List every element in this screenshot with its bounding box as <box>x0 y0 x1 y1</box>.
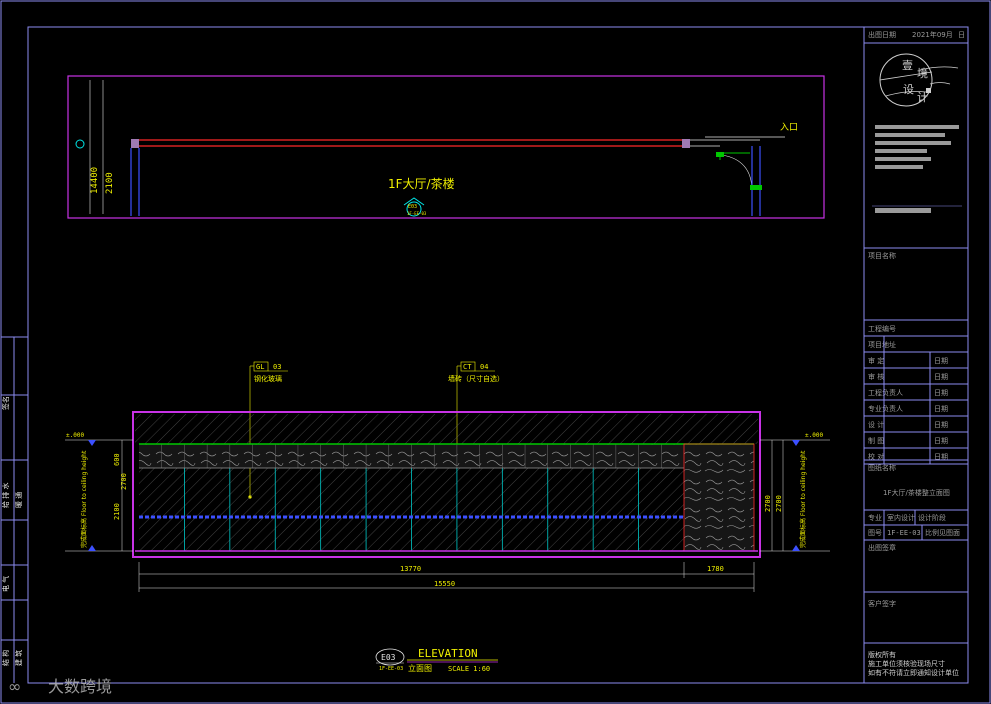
title-row-label: 审 定 <box>868 356 884 365</box>
figure-no-label: 图号 <box>868 529 882 537</box>
title-row-value: 日期 <box>934 437 948 445</box>
date-label: 出图日期 <box>868 30 896 39</box>
watermark-text: 大数跨境 <box>48 677 112 696</box>
studio-logo: 壹 境 设 计 <box>879 53 959 107</box>
title-row-label: 工程编号 <box>868 324 896 333</box>
note-line: 施工单位须核验现场尺寸 <box>868 659 945 668</box>
note-line: 版权所有 <box>868 650 896 659</box>
date-value: 2021年09月 <box>912 30 953 39</box>
title-en: ELEVATION <box>418 647 478 660</box>
title-row-value: 日期 <box>934 373 948 381</box>
dim-bottom: 1780 <box>707 565 724 573</box>
title-row-label: 审 核 <box>868 372 884 381</box>
column <box>131 139 139 148</box>
strip-label: 暖 通 <box>14 492 23 508</box>
svg-text:设: 设 <box>903 83 914 96</box>
title-row-label: 工程负责人 <box>868 388 903 397</box>
client-label: 客户签字 <box>868 599 896 608</box>
sheet-border <box>0 0 991 704</box>
title-row-value: 日期 <box>934 421 948 429</box>
title-row-value: 日期 <box>934 357 948 365</box>
cad-drawing: 签名 给 排 水 暖 通 电 气 结 构 建 筑 出图日期 2021年09月 日… <box>0 0 991 704</box>
strip-label: 建 筑 <box>14 650 23 666</box>
strip-label: 电 气 <box>1 576 10 592</box>
drawing-border <box>27 26 969 684</box>
axis-marker <box>75 139 85 149</box>
title-row-value: 日期 <box>934 405 948 413</box>
company-info-bar <box>875 208 931 213</box>
ceiling-band <box>135 414 758 444</box>
stage-label: 设计阶段 <box>918 513 946 522</box>
section-marker: E03 1F-EE-03 <box>403 197 427 217</box>
dim-left-bottom: 2100 <box>113 503 121 520</box>
title-cn: 立面图 <box>408 663 432 673</box>
date-suffix: 日 <box>958 31 965 39</box>
svg-text:境: 境 <box>917 66 928 80</box>
svg-text:钢化玻璃: 钢化玻璃 <box>254 374 282 383</box>
dim-total: 15550 <box>434 580 455 588</box>
specialty-label: 专业 <box>868 513 882 522</box>
plan-dim-vertical: 14400 <box>90 167 100 194</box>
column <box>682 139 690 148</box>
company-info-bar <box>875 157 931 161</box>
plan-view: 14400 2100 入口 1F大厅/茶楼 E03 1F-EE-03 <box>67 75 825 219</box>
title-block-rows: 工程编号项目地址审 定日期审 核日期工程负责人 日期专业负责人 日期设 计日期制 图… <box>864 319 968 465</box>
company-info-bar <box>875 125 959 129</box>
watermark-logo-icon: ∞ <box>8 677 21 696</box>
level-right: ±.000 <box>805 432 823 439</box>
left-strip: 签名 给 排 水 暖 通 电 气 结 构 建 筑 <box>1 336 28 683</box>
elevation-view: GL 03 钢化玻璃 CT 04 墙砖（尺寸自选） ±.000 完成面标高 Fl… <box>65 361 830 592</box>
title-row-value: 日期 <box>934 389 948 397</box>
issue-label: 出图签章 <box>868 543 896 552</box>
svg-text:CT: CT <box>463 363 472 371</box>
drawing-name-value: 1F大厅/茶楼整立面图 <box>883 488 950 497</box>
note-line: 如有不符请立即通知设计单位 <box>868 668 959 677</box>
door-label: 入口 <box>780 122 798 133</box>
company-info-bar <box>875 165 923 169</box>
title-scale: SCALE 1:60 <box>448 665 490 673</box>
tile-side-panel <box>684 444 754 551</box>
svg-text:壹: 壹 <box>902 59 913 72</box>
dim-left-mid: 2700 <box>120 473 128 490</box>
drawing-name-label: 图纸名称 <box>868 463 896 472</box>
title-tag: E03 <box>381 653 396 662</box>
dim-right: 2700 <box>775 495 783 512</box>
watermark: ∞ 大数跨境 <box>8 677 112 696</box>
svg-text:GL: GL <box>256 363 264 371</box>
door-jamb <box>716 152 724 157</box>
door-jamb <box>750 185 762 190</box>
title-tag-sub: 1F-EE-03 <box>379 666 403 672</box>
svg-text:墙砖（尺寸自选）: 墙砖（尺寸自选） <box>448 374 504 383</box>
drawing-title: E03 1F-EE-03 ELEVATION 立面图 SCALE 1:60 <box>375 647 498 673</box>
strip-label: 给 排 水 <box>1 483 10 508</box>
svg-text:03: 03 <box>273 363 281 371</box>
dim-right: 2700 <box>764 495 772 512</box>
title-row-label: 项目地址 <box>868 340 896 349</box>
title-row-label: 制 图 <box>868 436 884 445</box>
side-text-right: 完成面标高 Floor to ceiling height <box>799 450 807 548</box>
plan-dim-vertical: 2100 <box>105 172 115 194</box>
scale-label: 比例见图面 <box>925 528 960 537</box>
dim-left-top: 600 <box>113 453 121 466</box>
dim-bottom: 13770 <box>400 565 421 573</box>
company-info-bar <box>875 149 927 153</box>
title-row-label: 设 计 <box>868 420 884 429</box>
strip-label: 结 构 <box>1 650 10 666</box>
project-name-label: 项目名称 <box>868 251 896 260</box>
plan-frame <box>67 75 825 219</box>
strip-label: 签名 <box>1 396 10 410</box>
side-text-left: 完成面标高 Floor to ceiling height <box>80 450 88 548</box>
figure-no-value: 1F-EE-03 <box>887 529 921 537</box>
company-info-bar <box>875 133 945 137</box>
section-sub: 1F-EE-03 <box>407 211 427 216</box>
level-left: ±.000 <box>66 432 84 439</box>
title-row-label: 专业负责人 <box>868 404 903 413</box>
svg-text:04: 04 <box>480 363 488 371</box>
specialty-value: 室内设计 <box>887 513 915 522</box>
title-block: 出图日期 2021年09月 日 壹 境 设 计 项目名称 工程编号项目地址审 定… <box>863 27 968 683</box>
room-label: 1F大厅/茶楼 <box>388 176 455 191</box>
company-info-bar <box>875 141 951 145</box>
section-mark: E03 <box>408 204 417 210</box>
